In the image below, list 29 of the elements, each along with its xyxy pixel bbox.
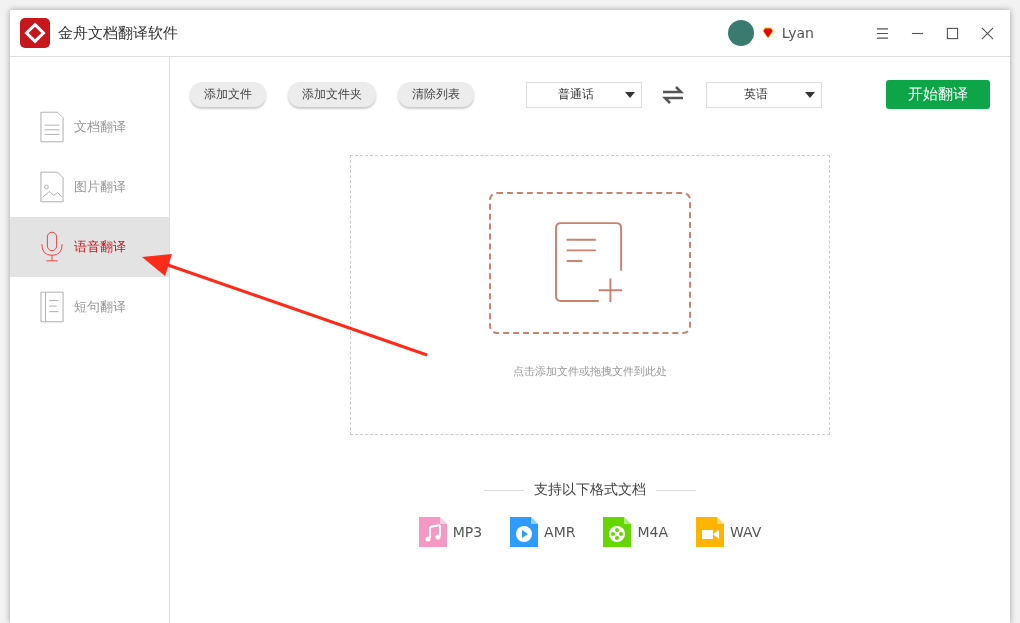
menu-icon[interactable]	[876, 26, 889, 40]
diamond-icon	[761, 27, 774, 39]
microphone-icon	[40, 231, 64, 263]
close-icon[interactable]	[981, 26, 994, 40]
avatar[interactable]	[727, 20, 754, 46]
toolbar-button[interactable]: 清除列表	[398, 82, 474, 107]
maximize-icon[interactable]	[946, 26, 959, 40]
add-file-icon	[555, 222, 625, 304]
add-file-area[interactable]	[489, 192, 691, 334]
document-icon	[40, 111, 64, 143]
image-file-icon	[40, 171, 64, 203]
format-label: M4A	[637, 524, 669, 540]
drop-hint: 点击添加文件或拖拽文件到此处	[513, 364, 667, 379]
caret-icon	[625, 91, 635, 98]
target-language-dropdown[interactable]: 英语	[706, 81, 822, 108]
source-language-dropdown[interactable]: 普通话	[526, 81, 642, 108]
app-logo-icon	[20, 18, 50, 48]
text-file-icon	[40, 291, 64, 323]
format-label: MP3	[452, 524, 483, 540]
user-name[interactable]: Lyan	[781, 25, 814, 41]
sidebar-item[interactable]: 语音翻译	[10, 217, 169, 277]
format-label: AMR	[544, 524, 576, 540]
formats-title: 支持以下格式文档	[534, 481, 646, 499]
toolbar-button[interactable]: 添加文件	[190, 82, 266, 107]
format-label: WAV	[730, 524, 762, 540]
caret-icon	[805, 91, 815, 98]
window-title: 金舟文档翻译软件	[58, 23, 178, 43]
toolbar-button[interactable]: 添加文件夹	[288, 82, 376, 107]
swap-icon[interactable]	[662, 85, 684, 104]
